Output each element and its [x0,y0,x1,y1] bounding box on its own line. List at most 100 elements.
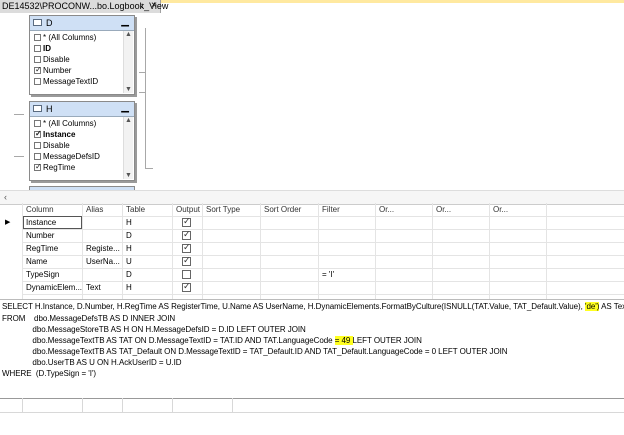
pin-icon[interactable]: ↕ [140,1,144,10]
column-item[interactable]: * (All Columns) [34,119,96,129]
header-filter[interactable]: Filter [320,203,375,216]
output-checkbox[interactable] [182,216,191,227]
output-checkbox[interactable] [182,270,191,279]
sql-highlight: = 49 [334,336,353,345]
table-d-header[interactable]: D ▁ [30,16,134,31]
cell-column[interactable]: Name [24,255,82,268]
table-h-header[interactable]: H ▁ [30,102,134,117]
header-sort-order[interactable]: Sort Order [262,203,318,216]
grid-line [172,203,173,299]
column-item[interactable]: MessageTextID [34,77,98,87]
cell-alias[interactable] [84,216,122,229]
cell-alias[interactable] [84,268,122,281]
cell-alias[interactable]: UserNa... [84,255,122,268]
checkbox[interactable] [34,142,41,149]
minimize-icon[interactable]: ▁ [121,16,129,27]
sql-pane[interactable]: SELECT H.Instance, D.Number, H.RegTime A… [0,299,624,400]
cell-alias[interactable]: Text [84,281,122,294]
column-item[interactable]: MessageDefsID [34,152,100,162]
header-or-2[interactable]: Or... [434,203,489,216]
scroll-up-icon[interactable]: ▲ [125,31,132,38]
sql-line[interactable]: dbo.MessageTextTB AS TAT_Default ON D.Me… [2,347,507,356]
checkbox[interactable] [34,129,42,138]
column-item[interactable]: Disable [34,141,70,151]
scroll-down-icon[interactable]: ▼ [125,172,132,179]
grid-line [22,294,624,295]
cell-filter[interactable]: = 'I' [320,268,375,281]
cell-column[interactable]: Number [24,229,82,242]
header-table[interactable]: Table [124,203,172,216]
column-label: Disable [43,141,70,150]
column-label: MessageDefsID [43,152,100,161]
document-tab[interactable]: DE14532\PROCONW...bo.Logbook_View ↕ × [0,0,168,13]
column-label: Number [43,66,72,75]
checkbox[interactable] [34,45,41,52]
column-item[interactable]: Number [34,65,72,76]
header-output[interactable]: Output [174,203,202,216]
sql-line[interactable]: FROM dbo.MessageDefsTB AS D INNER JOIN [2,314,175,323]
results-line [172,398,173,412]
column-label: ID [43,44,51,53]
header-or-3[interactable]: Or... [491,203,546,216]
cell-table[interactable]: U [124,255,172,268]
grid-line [318,203,319,299]
sql-line[interactable]: SELECT H.Instance, D.Number, H.RegTime A… [2,302,624,311]
table-h[interactable]: H ▁ * (All Columns) Instance Disable Mes… [29,101,135,181]
scroll-left-icon[interactable]: ‹ [4,192,7,202]
table-scrollbar[interactable]: ▲ ▼ [123,31,133,93]
minimize-icon[interactable]: ▁ [121,102,129,113]
cell-table[interactable]: H [124,281,172,294]
column-item[interactable]: ID [34,44,51,54]
output-checkbox[interactable] [182,281,191,292]
results-line [82,398,83,412]
cell-column[interactable]: DynamicElem... [24,281,82,294]
table-scrollbar[interactable]: ▲ ▼ [123,117,133,179]
sql-text: SELECT H.Instance, D.Number, H.RegTime A… [2,302,586,311]
close-icon[interactable]: × [151,0,157,11]
scroll-down-icon[interactable]: ▼ [125,86,132,93]
checkbox[interactable] [34,65,42,74]
checkbox[interactable] [34,153,41,160]
join-line [139,72,145,73]
column-item[interactable]: RegTime [34,162,75,173]
cell-column[interactable]: Instance [24,216,82,229]
header-alias[interactable]: Alias [84,203,122,216]
output-checkbox[interactable] [182,242,191,253]
checkbox[interactable] [34,56,41,63]
table-d[interactable]: D ▁ * (All Columns) ID Disable Number Me… [29,15,135,95]
results-line [22,398,23,412]
header-column[interactable]: Column [24,203,82,216]
checkbox[interactable] [34,34,41,41]
column-item[interactable]: * (All Columns) [34,33,96,43]
checkbox[interactable] [34,162,42,171]
join-line [145,28,146,168]
cell-alias[interactable]: Registe... [84,242,122,255]
cell-column[interactable]: TypeSign [24,268,82,281]
column-label: Instance [43,130,76,139]
current-row-arrow-icon: ▶ [5,219,11,226]
sql-line[interactable]: dbo.MessageStoreTB AS H ON H.MessageDefs… [2,325,305,334]
header-or-1[interactable]: Or... [377,203,432,216]
header-sort-type[interactable]: Sort Type [204,203,260,216]
cell-table[interactable]: D [124,229,172,242]
results-line [232,398,233,412]
table-name: D [46,18,53,28]
cell-column[interactable]: RegTime [24,242,82,255]
tab-strip: DE14532\PROCONW...bo.Logbook_View ↕ × [0,0,624,14]
cell-table[interactable]: D [124,268,172,281]
sql-line[interactable]: WHERE (D.TypeSign = 'I') [2,369,96,378]
sql-line[interactable]: dbo.UserTB AS U ON H.AckUserID = U.ID [2,358,181,367]
column-item[interactable]: Disable [34,55,70,65]
checkbox[interactable] [34,78,41,85]
output-checkbox[interactable] [182,255,191,266]
cell-alias[interactable] [84,229,122,242]
results-pane[interactable] [0,398,624,435]
scroll-up-icon[interactable]: ▲ [125,117,132,124]
column-item[interactable]: Instance [34,129,76,140]
checkbox[interactable] [34,120,41,127]
cell-table[interactable]: H [124,242,172,255]
sql-line[interactable]: dbo.MessageTextTB AS TAT ON D.MessageTex… [2,336,422,345]
output-checkbox[interactable] [182,229,191,240]
cell-table[interactable]: H [124,216,172,229]
column-label: * (All Columns) [43,33,97,42]
